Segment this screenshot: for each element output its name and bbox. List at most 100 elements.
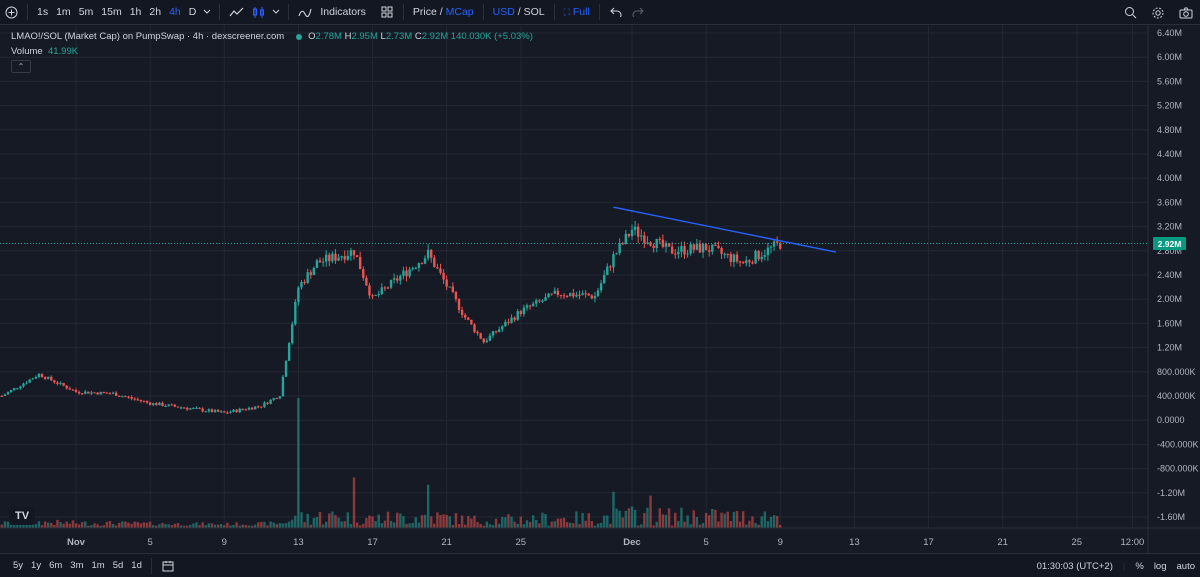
calendar-range-icon[interactable] xyxy=(157,553,179,577)
volume-value: 41.99K xyxy=(47,46,79,57)
volume-bar xyxy=(352,477,356,528)
volume-bar xyxy=(414,517,417,528)
interval-1s[interactable]: 1s xyxy=(33,0,52,25)
volume-bar xyxy=(488,524,492,528)
volume-bar xyxy=(612,491,615,528)
volume-bar xyxy=(559,518,563,528)
volume-bar xyxy=(448,516,451,528)
indicators-button[interactable]: Indicators xyxy=(316,0,370,25)
candle-body xyxy=(346,255,350,260)
bottom-right: 01:30:03 (UTC+2) | % log auto xyxy=(1032,554,1200,577)
candle-body xyxy=(260,406,263,408)
volume-bar xyxy=(216,524,220,528)
volume-bar xyxy=(516,523,519,528)
volume-bar xyxy=(291,519,294,528)
gear-icon[interactable] xyxy=(1144,0,1172,25)
volume-bar xyxy=(720,512,723,528)
volume-bar xyxy=(735,511,739,528)
layout-grid-icon[interactable] xyxy=(376,0,398,25)
volume-bar xyxy=(176,522,180,528)
range-1m[interactable]: 1m xyxy=(88,560,109,571)
undo-icon[interactable] xyxy=(605,0,627,25)
interval-D[interactable]: D xyxy=(185,0,201,25)
range-6m[interactable]: 6m xyxy=(45,560,66,571)
candle-body xyxy=(430,249,433,258)
interval-5m[interactable]: 5m xyxy=(75,0,98,25)
full-button[interactable]: ⛶ Full xyxy=(560,0,594,25)
range-1d[interactable]: 1d xyxy=(127,560,146,571)
volume-bar xyxy=(473,515,476,528)
chevron-down-icon[interactable] xyxy=(269,0,283,25)
range-5y[interactable]: 5y xyxy=(9,560,27,571)
candle-body xyxy=(738,261,742,263)
interval-1h[interactable]: 1h xyxy=(126,0,146,25)
interval-2h[interactable]: 2h xyxy=(145,0,165,25)
auto-toggle[interactable]: auto xyxy=(1172,561,1200,572)
volume-bar xyxy=(467,516,470,528)
volume-bar xyxy=(201,522,204,528)
volume-bar xyxy=(127,522,130,528)
clock-time[interactable]: 01:30:03 (UTC+2) xyxy=(1032,561,1118,572)
candle-body xyxy=(593,296,597,299)
price-chart[interactable]: 6.40M 6.00M 5.60M 5.20M 4.80M 4.40M 4.00M 3.60M… xyxy=(0,25,1200,553)
volume-bar xyxy=(0,524,4,528)
volume-bar xyxy=(300,512,303,528)
volume-bar xyxy=(334,515,337,528)
candle-body xyxy=(136,399,139,401)
candle-body xyxy=(677,251,680,255)
indicators-icon[interactable] xyxy=(294,0,316,25)
volume-bar xyxy=(457,524,461,528)
interval-15m[interactable]: 15m xyxy=(97,0,125,25)
candle-body xyxy=(689,244,692,254)
tradingview-logo[interactable]: TV xyxy=(9,507,35,525)
candle-body xyxy=(148,402,152,405)
range-1y[interactable]: 1y xyxy=(27,560,45,571)
candle-body xyxy=(754,251,757,264)
volume-bar xyxy=(754,522,757,528)
candle-body xyxy=(497,329,501,332)
redo-icon[interactable] xyxy=(627,0,649,25)
candle-body xyxy=(392,278,396,280)
candle-body xyxy=(28,379,31,383)
volume-bar xyxy=(615,508,618,528)
interval-1m[interactable]: 1m xyxy=(52,0,75,25)
range-5d[interactable]: 5d xyxy=(109,560,128,571)
volume-bar xyxy=(77,524,81,528)
candle-body xyxy=(590,295,594,299)
search-zoom-icon[interactable] xyxy=(1116,0,1144,25)
candle-body xyxy=(581,293,584,296)
volume-bar xyxy=(550,521,553,528)
open-value: 2.78M xyxy=(315,31,342,42)
range-group: 5y 1y 6m 3m 1m 5d 1d xyxy=(9,560,146,571)
candle-body xyxy=(426,249,430,259)
candle-body xyxy=(562,295,566,297)
candle-body xyxy=(751,262,754,264)
fullscreen-icon: ⛶ xyxy=(563,6,570,17)
collapse-legend-button[interactable]: ⌃ xyxy=(11,60,31,73)
volume-bar xyxy=(235,522,238,528)
candle-body xyxy=(108,393,112,395)
y-tick-label: 4.80M xyxy=(1157,125,1182,135)
candle-body xyxy=(531,303,535,307)
volume-bar xyxy=(118,522,121,528)
camera-icon[interactable] xyxy=(1172,0,1200,25)
usd-sol-toggle[interactable]: USD / SOL xyxy=(489,0,549,25)
candles-icon[interactable] xyxy=(247,0,269,25)
candle-body xyxy=(606,266,609,276)
interval-4h[interactable]: 4h xyxy=(165,0,185,25)
price-mcap-toggle[interactable]: Price / MCap xyxy=(409,0,478,25)
volume-bar xyxy=(142,522,146,528)
candle-body xyxy=(624,233,628,244)
candle-body xyxy=(71,389,75,391)
candle-body xyxy=(189,408,192,410)
percent-toggle[interactable]: % xyxy=(1130,561,1148,572)
candle-body xyxy=(226,412,229,414)
line-chart-icon[interactable] xyxy=(225,0,247,25)
chevron-down-icon[interactable] xyxy=(200,0,214,25)
x-tick-label: 21 xyxy=(997,537,1008,548)
add-symbol-icon[interactable] xyxy=(0,0,22,25)
volume-bar xyxy=(531,515,535,528)
range-3m[interactable]: 3m xyxy=(66,560,87,571)
log-toggle[interactable]: log xyxy=(1149,561,1172,572)
volume-legend: Volume 41.99K xyxy=(11,46,78,57)
